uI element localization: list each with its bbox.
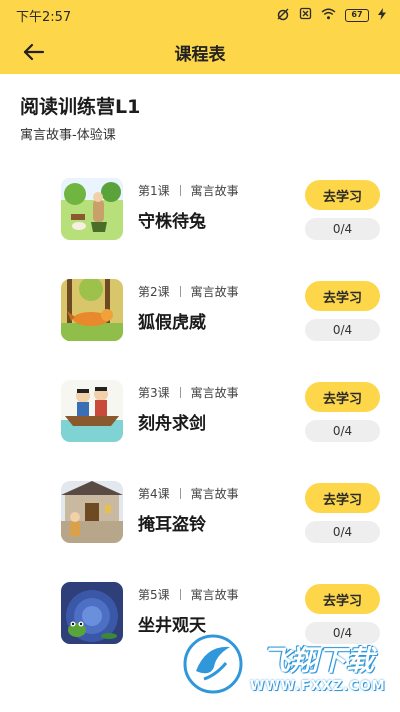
lesson-progress: 0/4 (305, 521, 380, 543)
page-title: 课程表 (174, 44, 226, 65)
lesson-item[interactable]: 第2课 寓言故事 狐假虎威 去学习 0/4 (0, 271, 400, 361)
lesson-category: 寓言故事 (190, 487, 239, 501)
lesson-number: 第5课 (138, 588, 170, 602)
start-lesson-button[interactable]: 去学习 (305, 180, 380, 210)
lesson-number: 第3课 (138, 386, 170, 400)
lesson-category: 寓言故事 (190, 285, 239, 299)
course-title: 阅读训练营L1 (20, 96, 141, 118)
watermark-text: 飞翔下载 WWW.FXXZ.COM (250, 639, 386, 694)
lesson-item[interactable]: 第3课 寓言故事 刻舟求剑 去学习 0/4 (0, 372, 400, 462)
lesson-number: 第4课 (138, 487, 170, 501)
lesson-thumbnail (61, 582, 123, 644)
lesson-meta: 第1课 寓言故事 (138, 182, 239, 199)
lesson-item[interactable]: 第1课 寓言故事 守株待兔 去学习 0/4 (0, 170, 400, 260)
meta-divider (179, 286, 181, 297)
meta-divider (179, 589, 181, 600)
start-lesson-button[interactable]: 去学习 (305, 483, 380, 513)
lesson-meta: 第3课 寓言故事 (138, 384, 239, 401)
lesson-thumbnail (61, 380, 123, 442)
status-icons: 67 (276, 7, 386, 24)
status-bar: 下午2:57 67 (0, 0, 400, 30)
charging-icon (378, 7, 386, 23)
lesson-progress: 0/4 (305, 218, 380, 240)
lesson-meta: 第2课 寓言故事 (138, 283, 239, 300)
lesson-progress: 0/4 (305, 319, 380, 341)
start-lesson-button[interactable]: 去学习 (305, 382, 380, 412)
status-time: 下午2:57 (16, 9, 72, 25)
watermark-cn: 飞翔下载 (261, 643, 374, 677)
lesson-number: 第2课 (138, 285, 170, 299)
lesson-meta: 第5课 寓言故事 (138, 586, 239, 603)
wifi-icon (321, 8, 336, 23)
lesson-meta: 第4课 寓言故事 (138, 485, 239, 502)
lesson-name: 守株待兔 (138, 212, 206, 232)
lesson-category: 寓言故事 (190, 184, 239, 198)
lesson-thumbnail (61, 279, 123, 341)
lesson-name: 掩耳盗铃 (138, 515, 206, 535)
site-watermark: 飞翔下载 WWW.FXXZ.COM (182, 630, 392, 702)
lesson-item[interactable]: 第4课 寓言故事 掩耳盗铃 去学习 0/4 (0, 473, 400, 563)
watermark-url: WWW.FXXZ.COM (250, 678, 386, 694)
battery-icon: 67 (345, 8, 369, 22)
lesson-thumbnail (61, 481, 123, 543)
nav-bar: 课程表 (0, 30, 400, 74)
start-lesson-button[interactable]: 去学习 (305, 584, 380, 614)
meta-divider (179, 488, 181, 499)
lesson-category: 寓言故事 (190, 588, 239, 602)
meta-divider (179, 387, 181, 398)
lesson-name: 刻舟求剑 (138, 414, 206, 434)
lesson-category: 寓言故事 (190, 386, 239, 400)
lesson-name: 狐假虎威 (138, 313, 206, 333)
watermark-logo-icon (182, 633, 244, 699)
start-lesson-button[interactable]: 去学习 (305, 281, 380, 311)
back-arrow-icon[interactable] (22, 41, 46, 63)
lesson-thumbnail (61, 178, 123, 240)
meta-divider (179, 185, 181, 196)
lesson-number: 第1课 (138, 184, 170, 198)
lesson-progress: 0/4 (305, 420, 380, 442)
alarm-icon (276, 7, 290, 24)
no-sim-icon (299, 7, 312, 23)
course-subtitle: 寓言故事-体验课 (20, 128, 116, 143)
